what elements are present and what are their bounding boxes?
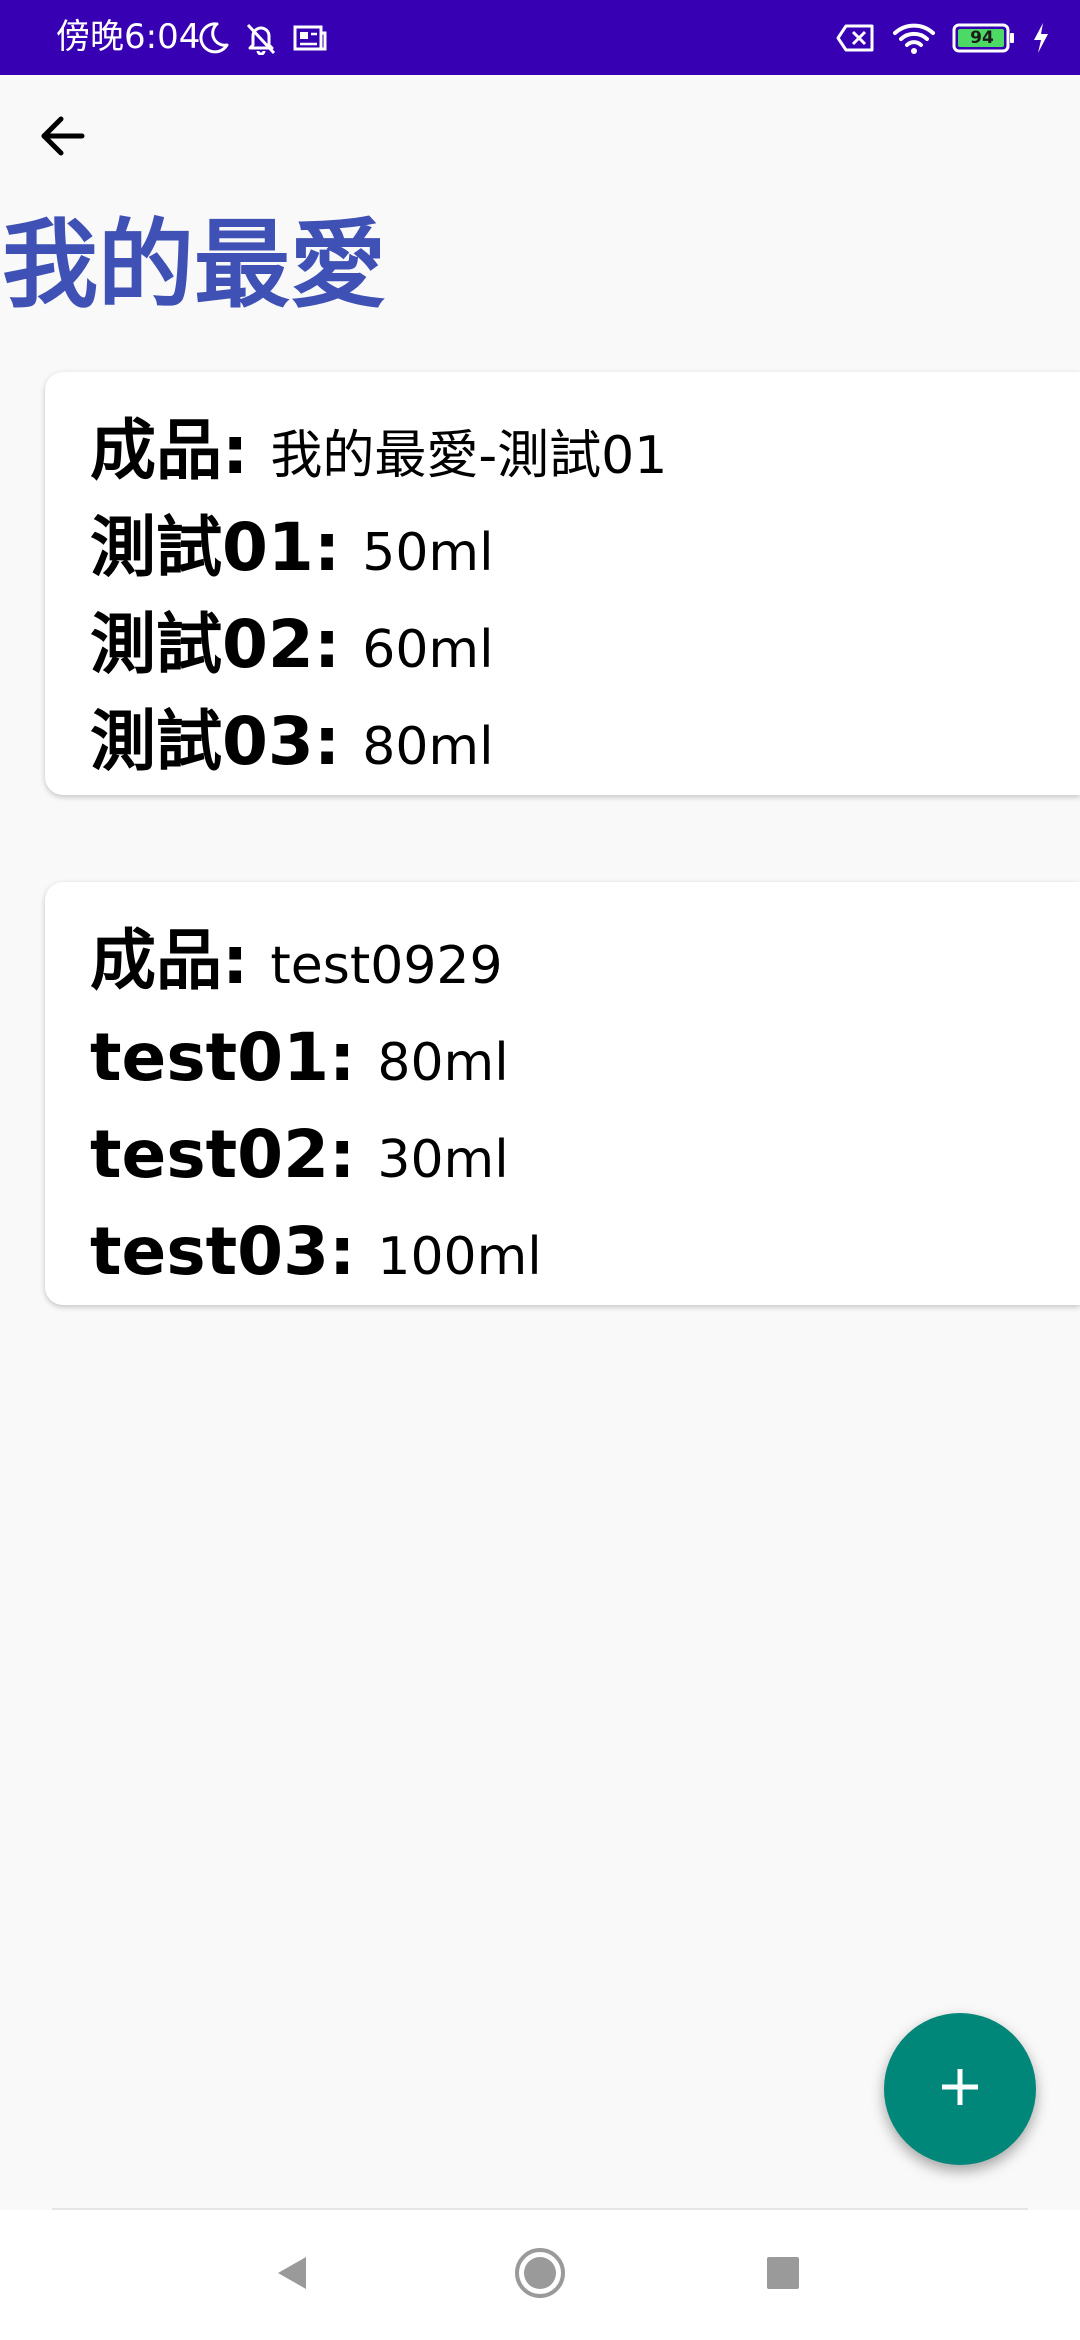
row-value: 80ml	[362, 717, 494, 777]
news-icon	[292, 21, 328, 55]
plus-icon	[938, 2065, 982, 2113]
no-sim-icon	[836, 22, 876, 54]
arrow-left-icon	[36, 110, 88, 166]
row-label: 成品:	[90, 922, 249, 999]
row-label: test03:	[90, 1213, 356, 1290]
status-icons-left	[196, 0, 328, 75]
favorites-list: 成品: 我的最愛-測試01 測試01: 50ml 測試02: 60ml 測試03…	[45, 372, 1080, 1392]
battery-icon: 94	[952, 23, 1016, 53]
row-value: 30ml	[377, 1130, 509, 1190]
status-icons-right: 94	[836, 0, 1050, 75]
row-value: 60ml	[362, 620, 494, 680]
favorite-card[interactable]: 成品: 我的最愛-測試01 測試01: 50ml 測試02: 60ml 測試03…	[45, 372, 1080, 795]
row-value: 100ml	[377, 1227, 542, 1287]
card-row-product: 成品: 我的最愛-測試01	[90, 402, 1080, 499]
page-title: 我的最愛	[2, 209, 386, 321]
charging-icon	[1032, 22, 1050, 54]
row-label: 測試02:	[90, 606, 341, 683]
row-label: test02:	[90, 1116, 356, 1193]
card-row-ingredient: test01: 80ml	[90, 1009, 1080, 1106]
navigation-bar	[0, 2210, 1080, 2340]
status-bar: 傍晚6:04 94	[0, 0, 1080, 75]
row-label: test01:	[90, 1019, 356, 1096]
nav-back-icon	[272, 2253, 312, 2297]
card-row-ingredient: test03: 100ml	[90, 1203, 1080, 1300]
card-row-ingredient: 測試01: 50ml	[90, 499, 1080, 596]
row-label: 成品:	[90, 412, 249, 489]
row-value: test0929	[270, 936, 503, 996]
add-favorite-button[interactable]	[884, 2013, 1036, 2165]
nav-back-button[interactable]	[247, 2230, 337, 2320]
row-label: 測試01:	[90, 509, 341, 586]
back-button[interactable]	[26, 102, 98, 174]
nav-recents-button[interactable]	[738, 2230, 828, 2320]
card-row-ingredient: 測試03: 80ml	[90, 693, 1080, 790]
nav-home-icon	[512, 2245, 568, 2305]
favorite-card[interactable]: 成品: test0929 test01: 80ml test02: 30ml t…	[45, 882, 1080, 1305]
row-label: 測試03:	[90, 703, 341, 780]
battery-level: 94	[970, 27, 994, 48]
row-value: 80ml	[377, 1033, 509, 1093]
status-time: 傍晚6:04	[56, 17, 201, 57]
row-value: 50ml	[362, 523, 494, 583]
nav-home-button[interactable]	[495, 2230, 585, 2320]
card-row-ingredient: 測試02: 60ml	[90, 596, 1080, 693]
row-value: 我的最愛-測試01	[270, 426, 668, 486]
card-row-product: 成品: test0929	[90, 912, 1080, 1009]
moon-icon	[196, 21, 230, 55]
nav-recents-icon	[763, 2253, 803, 2297]
wifi-icon	[892, 21, 936, 55]
card-row-ingredient: test02: 30ml	[90, 1106, 1080, 1203]
bell-off-icon	[244, 21, 278, 55]
